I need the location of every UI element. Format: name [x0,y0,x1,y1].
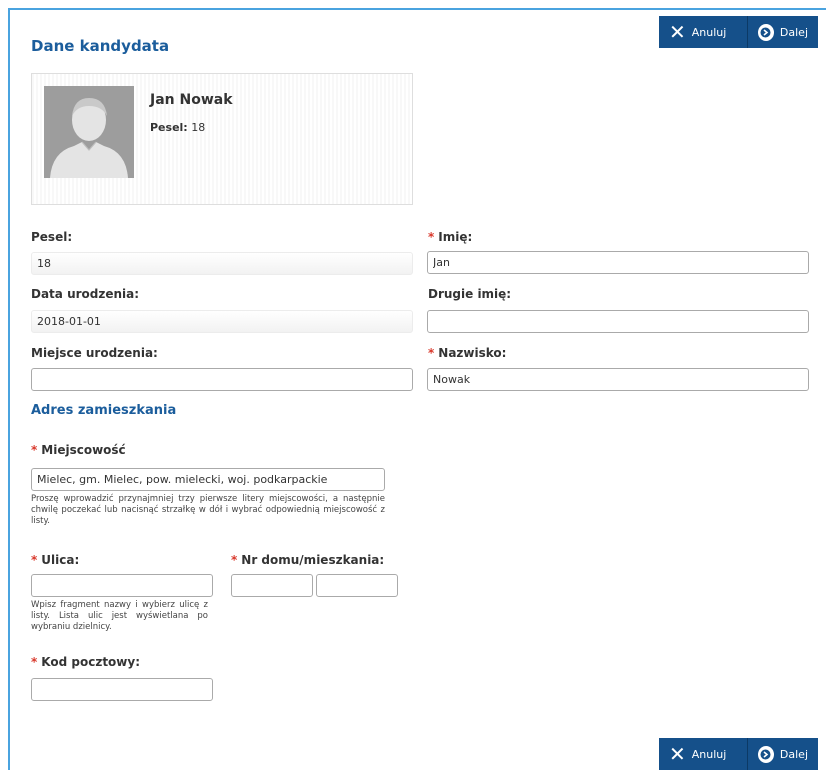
required-mark: * [31,655,38,669]
postal-code-label: * Kod pocztowy: [31,655,140,669]
required-mark: * [31,553,38,567]
postal-code-label-text: Kod pocztowy: [41,655,140,669]
street-hint: Wpisz fragment nazwy i wybierz ulicę z l… [31,600,208,632]
user-silhouette-icon [44,86,134,178]
circle-arrow-right-icon [758,745,774,763]
flat-number-input[interactable] [316,574,398,597]
surname-input[interactable] [427,368,809,391]
street-label-text: Ulica: [41,553,80,567]
first-name-input[interactable] [427,251,809,274]
cancel-button-bottom[interactable]: ✕ Anuluj [659,738,748,770]
birth-place-input[interactable] [31,368,413,391]
candidate-pesel-value: 18 [191,121,206,134]
candidate-name: Jan Nowak [150,92,233,108]
city-label: * Miejscowość [31,443,126,457]
pesel-input[interactable] [31,252,413,275]
birth-place-label: Miejsce urodzenia: [31,346,158,360]
house-number-input[interactable] [231,574,313,597]
address-section-title: Adres zamieszkania [31,403,177,418]
surname-label-text: Nazwisko: [438,346,507,360]
birth-date-input[interactable] [31,310,413,333]
street-label: * Ulica: [31,553,79,567]
first-name-label-text: Imię: [438,230,473,244]
pesel-label: Pesel: [31,230,73,244]
page-title: Dane kandydata [31,37,170,55]
street-input[interactable] [31,574,213,597]
candidate-pesel: Pesel: 18 [150,121,205,134]
x-icon: ✕ [669,742,686,766]
postal-code-input[interactable] [31,678,213,701]
x-icon: ✕ [669,20,686,44]
next-button[interactable]: Dalej [748,16,818,48]
candidate-pesel-label: Pesel: [150,121,188,134]
next-button-label: Dalej [779,25,808,39]
bottom-toolbar: ✕ Anuluj Dalej [659,738,818,770]
cancel-button[interactable]: ✕ Anuluj [659,16,748,48]
house-number-label: * Nr domu/mieszkania: [231,553,384,567]
city-input[interactable] [31,468,385,491]
birth-date-label: Data urodzenia: [31,287,140,301]
top-toolbar: ✕ Anuluj Dalej [659,16,818,48]
house-number-label-text: Nr domu/mieszkania: [241,553,385,567]
surname-label: * Nazwisko: [428,346,506,360]
second-name-label: Drugie imię: [428,287,512,301]
required-mark: * [231,553,238,567]
cancel-button-label: Anuluj [691,25,727,39]
required-mark: * [31,443,38,457]
first-name-label: * Imię: [428,230,472,244]
next-button-bottom[interactable]: Dalej [748,738,818,770]
city-label-text: Miejscowość [41,443,126,457]
city-hint: Proszę wprowadzić przynajmniej trzy pier… [31,494,385,526]
next-button-label: Dalej [779,747,808,761]
circle-arrow-right-icon [758,23,774,41]
required-mark: * [428,346,435,360]
required-mark: * [428,230,435,244]
second-name-input[interactable] [427,310,809,333]
candidate-card: Jan Nowak Pesel: 18 [31,73,413,205]
cancel-button-label: Anuluj [691,747,727,761]
